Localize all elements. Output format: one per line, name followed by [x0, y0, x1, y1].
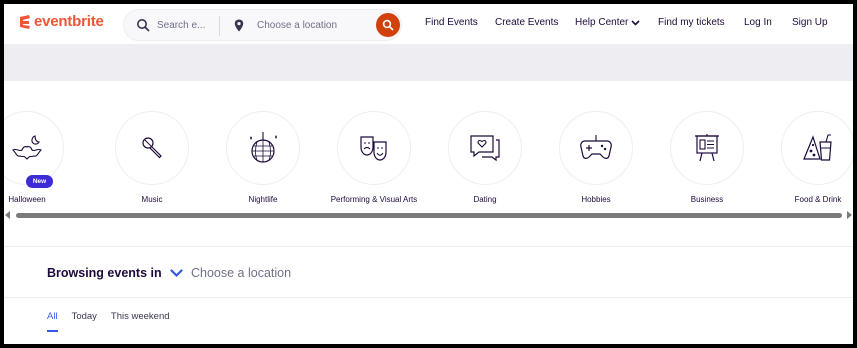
category-circle — [226, 111, 300, 185]
gamepad-icon — [580, 135, 612, 159]
scroll-left-arrow-icon[interactable] — [5, 211, 10, 219]
search-bar: Search e... Choose a location — [123, 9, 402, 41]
category-circle — [4, 111, 64, 185]
disco-ball-icon — [250, 132, 277, 163]
microphone-icon — [142, 137, 162, 159]
logo-text: eventbrite — [34, 13, 104, 30]
category-circle — [115, 111, 189, 185]
location-input[interactable]: Choose a location — [257, 20, 337, 31]
category-circle — [337, 111, 411, 185]
nav-help-center-label: Help Center — [575, 17, 629, 28]
browsing-heading: Browsing events in — [47, 266, 162, 280]
location-pin-icon — [234, 19, 244, 32]
category-circle — [670, 111, 744, 185]
chat-heart-icon — [470, 135, 500, 162]
nav-login[interactable]: Log In — [744, 17, 772, 28]
category-circle — [448, 111, 522, 185]
nav-find-tickets[interactable]: Find my tickets — [658, 17, 725, 28]
category-label: Hobbies — [581, 195, 611, 204]
category-label: Music — [141, 195, 163, 204]
tab-today[interactable]: Today — [72, 311, 97, 332]
section-divider — [4, 246, 853, 247]
nav-signup[interactable]: Sign Up — [792, 17, 828, 28]
category-label: Halloween — [8, 195, 46, 204]
category-circle — [781, 111, 853, 185]
search-icon — [137, 19, 150, 32]
nav-create-events[interactable]: Create Events — [495, 17, 558, 28]
category-label: Food & Drink — [794, 195, 842, 204]
search-input[interactable]: Search e... — [157, 20, 217, 31]
tab-this-weekend[interactable]: This weekend — [111, 311, 170, 332]
category-label: Nightlife — [248, 195, 278, 204]
location-picker-label: Choose a location — [191, 266, 292, 280]
section-divider — [4, 297, 853, 298]
search-button[interactable] — [376, 13, 400, 37]
search-icon — [382, 19, 394, 31]
nav-find-events[interactable]: Find Events — [425, 17, 478, 28]
scrollbar-thumb[interactable] — [16, 213, 842, 218]
category-label: Performing & Visual Arts — [330, 195, 418, 204]
date-filter-tabs: All Today This weekend — [47, 311, 170, 332]
category-scrollbar[interactable] — [4, 209, 853, 223]
new-badge: New — [26, 175, 53, 188]
promo-banner — [4, 44, 853, 81]
location-picker[interactable]: Choose a location — [170, 266, 291, 280]
pizza-drink-icon — [803, 134, 832, 161]
eventbrite-logo-icon — [20, 14, 30, 29]
theater-masks-icon — [360, 136, 387, 161]
page: eventbrite Search e... Choose a location… — [4, 4, 853, 344]
chevron-down-icon — [170, 268, 183, 277]
category-label: Business — [690, 195, 724, 204]
tab-all[interactable]: All — [47, 311, 58, 332]
presentation-icon — [695, 134, 719, 162]
scroll-right-arrow-icon[interactable] — [847, 211, 852, 219]
bat-icon — [12, 135, 42, 160]
chevron-down-icon — [631, 19, 640, 26]
top-navbar: eventbrite Search e... Choose a location… — [4, 4, 853, 44]
category-circle — [559, 111, 633, 185]
search-divider — [219, 16, 220, 36]
eventbrite-logo[interactable]: eventbrite — [18, 13, 104, 30]
category-label: Dating — [473, 195, 497, 204]
nav-help-center[interactable]: Help Center — [575, 17, 640, 28]
